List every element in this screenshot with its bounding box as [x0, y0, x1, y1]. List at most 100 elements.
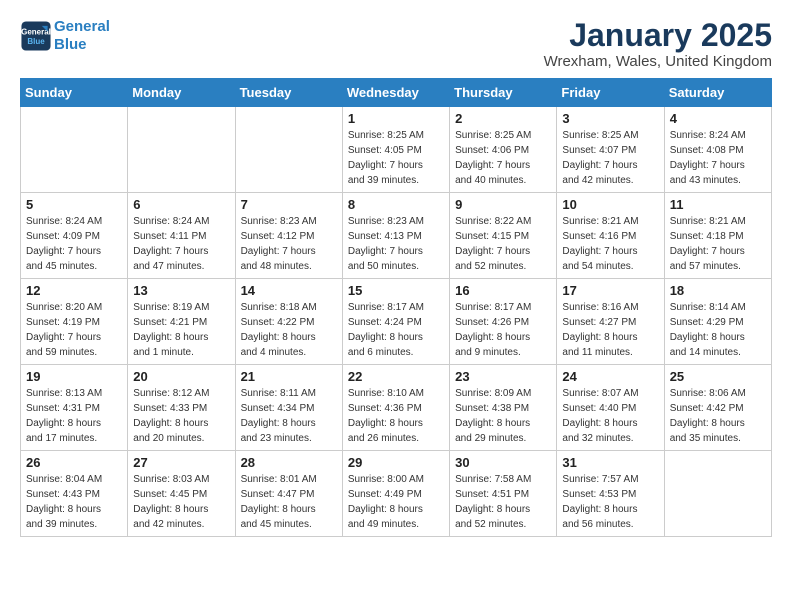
calendar-cell: 15Sunrise: 8:17 AM Sunset: 4:24 PM Dayli… [342, 279, 449, 365]
main-title: January 2025 [544, 18, 772, 53]
cell-day-number: 19 [26, 369, 122, 384]
cell-day-number: 14 [241, 283, 337, 298]
cell-info: Sunrise: 8:24 AM Sunset: 4:08 PM Dayligh… [670, 128, 766, 188]
cell-day-number: 17 [562, 283, 658, 298]
cell-info: Sunrise: 8:17 AM Sunset: 4:26 PM Dayligh… [455, 300, 551, 360]
cell-day-number: 29 [348, 455, 444, 470]
cell-info: Sunrise: 8:16 AM Sunset: 4:27 PM Dayligh… [562, 300, 658, 360]
cell-day-number: 31 [562, 455, 658, 470]
calendar-cell: 26 Sunrise: 8:04 AM Sunset: 4:43 PM Dayli… [21, 451, 128, 537]
calendar-cell: 2 Sunrise: 8:25 AM Sunset: 4:06 PM Daylig… [450, 107, 557, 193]
cell-info: Sunrise: 8:25 AM Sunset: 4:06 PM Dayligh… [455, 128, 551, 188]
calendar-cell [21, 107, 128, 193]
day-header-saturday: Saturday [664, 79, 771, 107]
cell-info: Sunrise: 8:03 AM Sunset: 4:45 PM Dayligh… [133, 472, 229, 532]
cell-day-number: 30 [455, 455, 551, 470]
cell-day-number: 11 [670, 197, 766, 212]
calendar-cell: 19Sunrise: 8:13 AM Sunset: 4:31 PM Dayli… [21, 365, 128, 451]
calendar: SundayMondayTuesdayWednesdayThursdayFrid… [20, 78, 772, 537]
calendar-cell: 25 Sunrise: 8:06 AM Sunset: 4:42 PM Dayli… [664, 365, 771, 451]
cell-day-number: 24 [562, 369, 658, 384]
calendar-cell: 18 Sunrise: 8:14 AM Sunset: 4:29 PM Dayli… [664, 279, 771, 365]
cell-info: Sunrise: 8:21 AM Sunset: 4:18 PM Dayligh… [670, 214, 766, 274]
calendar-cell: 10Sunrise: 8:21 AM Sunset: 4:16 PM Dayli… [557, 193, 664, 279]
day-header-monday: Monday [128, 79, 235, 107]
calendar-cell: 29 Sunrise: 8:00 AM Sunset: 4:49 PM Dayli… [342, 451, 449, 537]
cell-info: Sunrise: 8:25 AM Sunset: 4:05 PM Dayligh… [348, 128, 444, 188]
cell-day-number: 20 [133, 369, 229, 384]
day-header-thursday: Thursday [450, 79, 557, 107]
cell-day-number: 27 [133, 455, 229, 470]
cell-info: Sunrise: 8:00 AM Sunset: 4:49 PM Dayligh… [348, 472, 444, 532]
cell-info: Sunrise: 8:06 AM Sunset: 4:42 PM Dayligh… [670, 386, 766, 446]
cell-day-number: 6 [133, 197, 229, 212]
calendar-cell [128, 107, 235, 193]
week-row-1: 1 Sunrise: 8:25 AM Sunset: 4:05 PM Daylig… [21, 107, 772, 193]
cell-day-number: 18 [670, 283, 766, 298]
cell-info: Sunrise: 8:24 AM Sunset: 4:11 PM Dayligh… [133, 214, 229, 274]
logo-icon: General Blue [20, 20, 52, 52]
cell-day-number: 9 [455, 197, 551, 212]
cell-day-number: 23 [455, 369, 551, 384]
calendar-cell: 14 Sunrise: 8:18 AM Sunset: 4:22 PM Dayli… [235, 279, 342, 365]
cell-day-number: 7 [241, 197, 337, 212]
cell-info: Sunrise: 8:20 AM Sunset: 4:19 PM Dayligh… [26, 300, 122, 360]
cell-info: Sunrise: 8:07 AM Sunset: 4:40 PM Dayligh… [562, 386, 658, 446]
calendar-cell: 17 Sunrise: 8:16 AM Sunset: 4:27 PM Dayli… [557, 279, 664, 365]
cell-day-number: 26 [26, 455, 122, 470]
calendar-cell: 22 Sunrise: 8:10 AM Sunset: 4:36 PM Dayli… [342, 365, 449, 451]
cell-info: Sunrise: 8:21 AM Sunset: 4:16 PM Dayligh… [562, 214, 658, 274]
cell-info: Sunrise: 7:57 AM Sunset: 4:53 PM Dayligh… [562, 472, 658, 532]
calendar-cell: 7 Sunrise: 8:23 AM Sunset: 4:12 PM Daylig… [235, 193, 342, 279]
calendar-cell: 20Sunrise: 8:12 AM Sunset: 4:33 PM Dayli… [128, 365, 235, 451]
logo-text: General Blue [54, 18, 110, 54]
day-header-friday: Friday [557, 79, 664, 107]
cell-day-number: 21 [241, 369, 337, 384]
cell-day-number: 2 [455, 111, 551, 126]
cell-day-number: 13 [133, 283, 229, 298]
calendar-cell: 1 Sunrise: 8:25 AM Sunset: 4:05 PM Daylig… [342, 107, 449, 193]
calendar-cell: 13Sunrise: 8:19 AM Sunset: 4:21 PM Dayli… [128, 279, 235, 365]
cell-day-number: 3 [562, 111, 658, 126]
cell-day-number: 1 [348, 111, 444, 126]
calendar-cell: 24 Sunrise: 8:07 AM Sunset: 4:40 PM Dayli… [557, 365, 664, 451]
calendar-cell: 5Sunrise: 8:24 AM Sunset: 4:09 PM Daylig… [21, 193, 128, 279]
day-header-wednesday: Wednesday [342, 79, 449, 107]
cell-info: Sunrise: 8:10 AM Sunset: 4:36 PM Dayligh… [348, 386, 444, 446]
week-row-3: 12 Sunrise: 8:20 AM Sunset: 4:19 PM Dayli… [21, 279, 772, 365]
calendar-cell: 16 Sunrise: 8:17 AM Sunset: 4:26 PM Dayli… [450, 279, 557, 365]
cell-day-number: 8 [348, 197, 444, 212]
cell-info: Sunrise: 8:09 AM Sunset: 4:38 PM Dayligh… [455, 386, 551, 446]
cell-info: Sunrise: 7:58 AM Sunset: 4:51 PM Dayligh… [455, 472, 551, 532]
cell-day-number: 22 [348, 369, 444, 384]
cell-info: Sunrise: 8:01 AM Sunset: 4:47 PM Dayligh… [241, 472, 337, 532]
week-row-5: 26 Sunrise: 8:04 AM Sunset: 4:43 PM Dayli… [21, 451, 772, 537]
calendar-cell: 8 Sunrise: 8:23 AM Sunset: 4:13 PM Daylig… [342, 193, 449, 279]
week-row-2: 5Sunrise: 8:24 AM Sunset: 4:09 PM Daylig… [21, 193, 772, 279]
day-header-sunday: Sunday [21, 79, 128, 107]
cell-day-number: 12 [26, 283, 122, 298]
cell-day-number: 5 [26, 197, 122, 212]
cell-day-number: 16 [455, 283, 551, 298]
calendar-cell [235, 107, 342, 193]
cell-info: Sunrise: 8:25 AM Sunset: 4:07 PM Dayligh… [562, 128, 658, 188]
cell-info: Sunrise: 8:23 AM Sunset: 4:13 PM Dayligh… [348, 214, 444, 274]
cell-info: Sunrise: 8:11 AM Sunset: 4:34 PM Dayligh… [241, 386, 337, 446]
cell-info: Sunrise: 8:18 AM Sunset: 4:22 PM Dayligh… [241, 300, 337, 360]
calendar-cell: 4 Sunrise: 8:24 AM Sunset: 4:08 PM Daylig… [664, 107, 771, 193]
calendar-cell: 31 Sunrise: 7:57 AM Sunset: 4:53 PM Dayli… [557, 451, 664, 537]
subtitle: Wrexham, Wales, United Kingdom [544, 53, 772, 70]
cell-day-number: 28 [241, 455, 337, 470]
day-header-tuesday: Tuesday [235, 79, 342, 107]
page: General Blue General Blue January 2025 W… [0, 0, 792, 555]
cell-info: Sunrise: 8:04 AM Sunset: 4:43 PM Dayligh… [26, 472, 122, 532]
calendar-cell: 27 Sunrise: 8:03 AM Sunset: 4:45 PM Dayli… [128, 451, 235, 537]
week-row-4: 19Sunrise: 8:13 AM Sunset: 4:31 PM Dayli… [21, 365, 772, 451]
calendar-cell: 3 Sunrise: 8:25 AM Sunset: 4:07 PM Daylig… [557, 107, 664, 193]
calendar-cell: 28 Sunrise: 8:01 AM Sunset: 4:47 PM Dayli… [235, 451, 342, 537]
calendar-cell: 23 Sunrise: 8:09 AM Sunset: 4:38 PM Dayli… [450, 365, 557, 451]
cell-info: Sunrise: 8:23 AM Sunset: 4:12 PM Dayligh… [241, 214, 337, 274]
cell-day-number: 25 [670, 369, 766, 384]
cell-info: Sunrise: 8:14 AM Sunset: 4:29 PM Dayligh… [670, 300, 766, 360]
cell-day-number: 4 [670, 111, 766, 126]
